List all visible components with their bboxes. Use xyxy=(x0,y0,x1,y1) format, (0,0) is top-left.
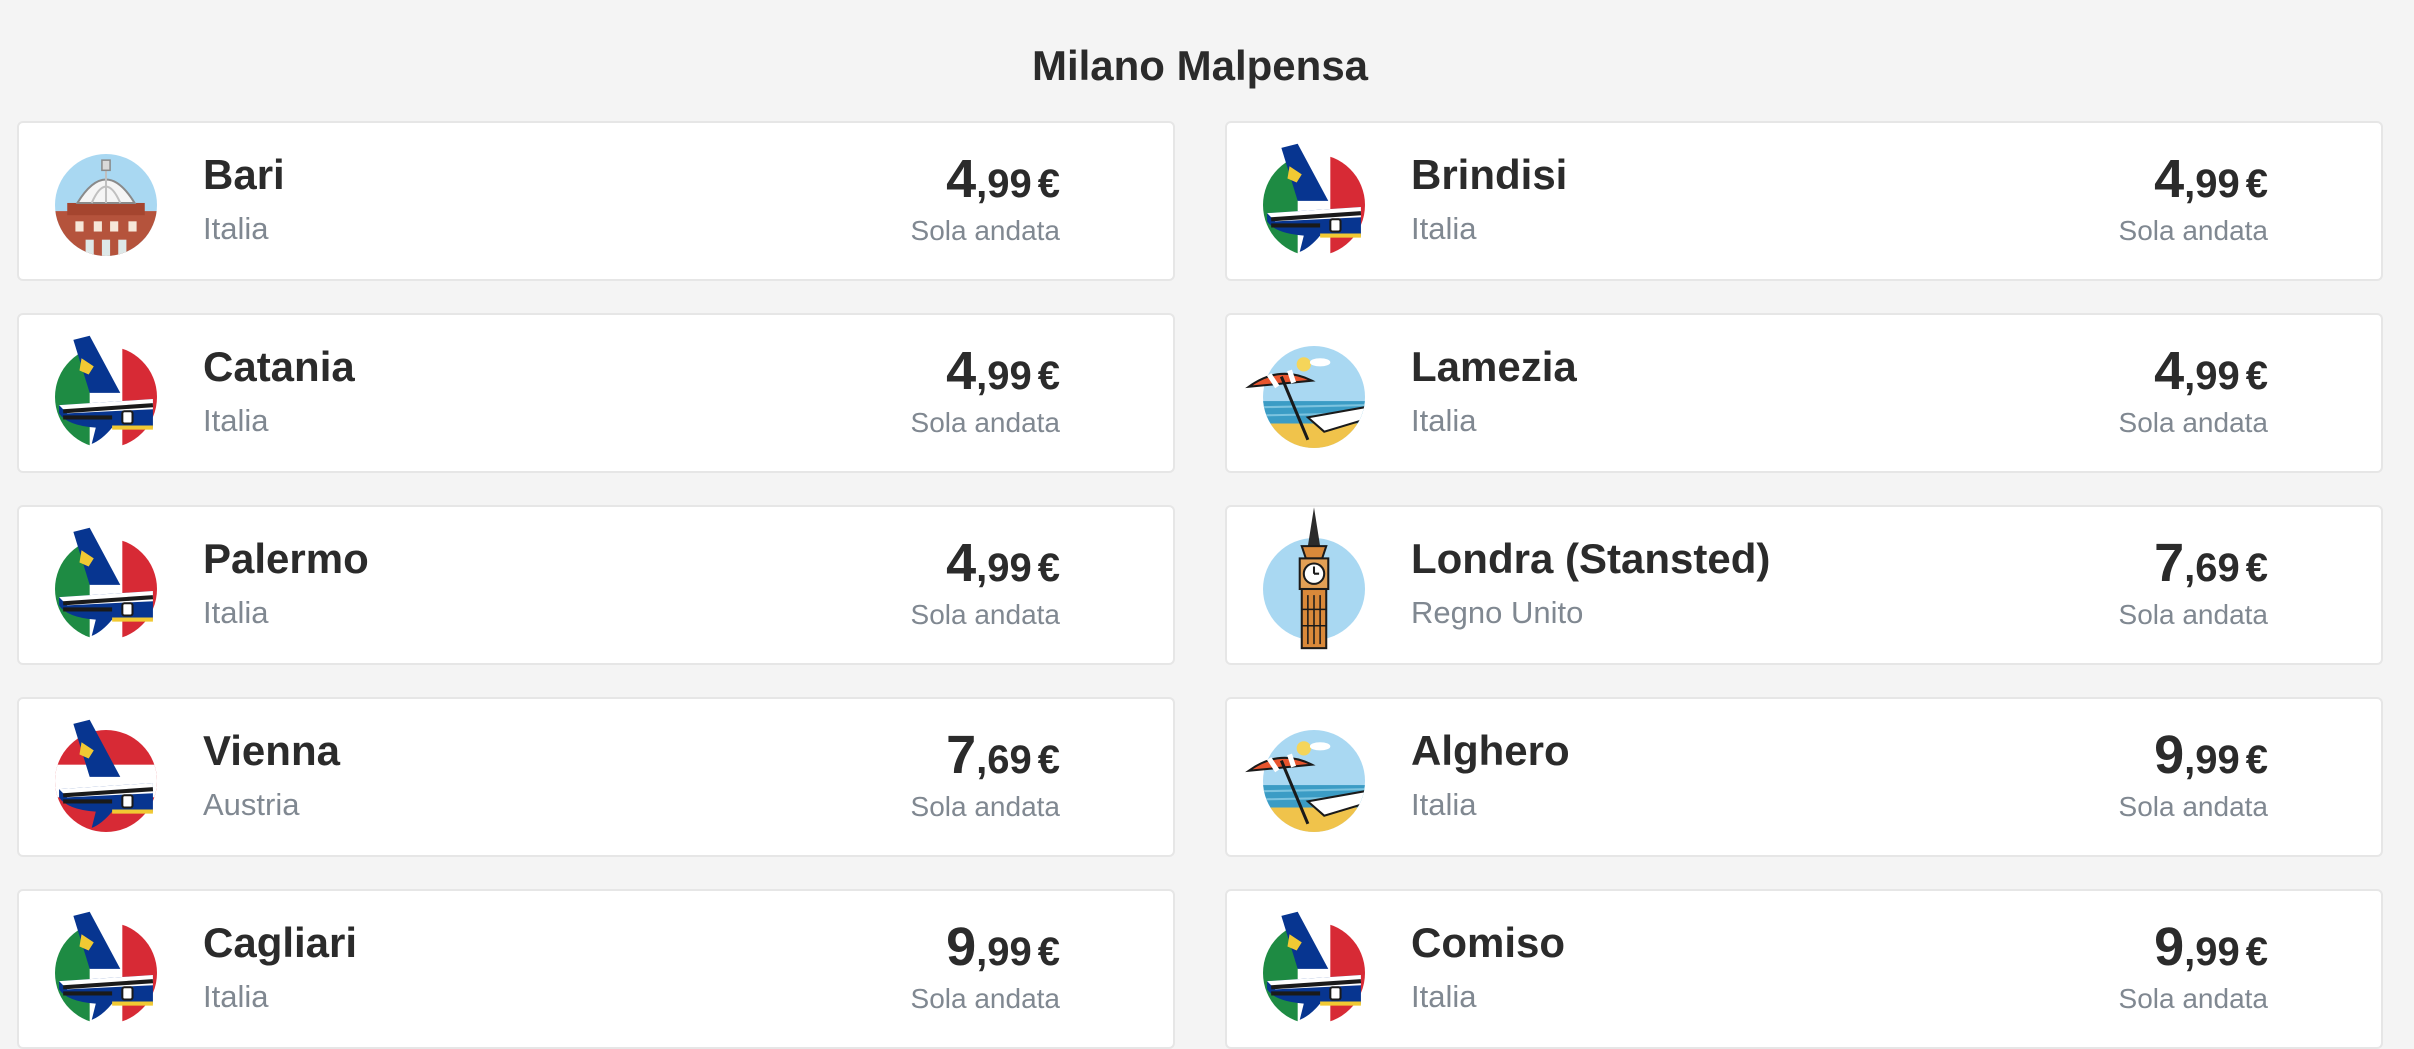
destination-card[interactable]: Londra (Stansted) Regno Unito 7,69 € Sola… xyxy=(1225,505,2383,665)
price-currency: € xyxy=(2245,354,2268,398)
price-decimals: ,99 xyxy=(2184,930,2240,974)
price-integer: 9 xyxy=(946,917,977,977)
price-decimals: ,99 xyxy=(2184,354,2240,398)
country-name: Italia xyxy=(203,979,269,1014)
city-name: Cagliari xyxy=(203,919,358,966)
price-currency: € xyxy=(1037,162,1060,206)
country-name: Italia xyxy=(1411,979,1477,1014)
destination-card[interactable]: Cagliari Italia 9,99 € Sola andata xyxy=(17,889,1175,1049)
price: 4,99 € xyxy=(946,533,1060,607)
price-decimals: ,99 xyxy=(976,354,1032,398)
city-name: Alghero xyxy=(1411,727,1570,774)
city-name: Brindisi xyxy=(1411,151,1568,198)
country-name: Italia xyxy=(1411,211,1477,246)
plane-tail-italy-icon xyxy=(55,527,157,640)
country-name: Austria xyxy=(203,787,300,822)
price: 9,99 € xyxy=(2154,725,2268,799)
trip-type: Sola andata xyxy=(910,215,1060,246)
price-integer: 7 xyxy=(2154,533,2185,593)
price-currency: € xyxy=(1037,354,1060,398)
destination-card[interactable]: Palermo Italia 4,99 € Sola andata xyxy=(17,505,1175,665)
country-name: Italia xyxy=(203,211,269,246)
price-decimals: ,69 xyxy=(2184,546,2240,590)
destination-card[interactable]: Alghero Italia 9,99 € Sola andata xyxy=(1225,697,2383,857)
price-decimals: ,99 xyxy=(2184,162,2240,206)
price: 7,69 € xyxy=(946,725,1060,799)
price-currency: € xyxy=(2245,738,2268,782)
city-name: Lamezia xyxy=(1411,343,1577,390)
trip-type: Sola andata xyxy=(2118,215,2268,246)
big-ben-icon xyxy=(1263,507,1365,650)
city-name: Londra (Stansted) xyxy=(1411,535,1771,582)
price: 4,99 € xyxy=(2154,341,2268,415)
price-decimals: ,99 xyxy=(976,162,1032,206)
trip-type: Sola andata xyxy=(2118,791,2268,822)
city-name: Bari xyxy=(203,151,285,198)
price-integer: 4 xyxy=(946,341,977,401)
destination-card[interactable]: Vienna Austria 7,69 € Sola andata xyxy=(17,697,1175,857)
price-integer: 9 xyxy=(2154,725,2185,785)
trip-type: Sola andata xyxy=(910,599,1060,630)
country-name: Italia xyxy=(203,403,269,438)
price: 9,99 € xyxy=(2154,917,2268,991)
plane-tail-italy-icon xyxy=(1263,143,1365,256)
country-name: Italia xyxy=(203,595,269,630)
plane-tail-italy-icon xyxy=(1263,911,1365,1024)
city-name: Catania xyxy=(203,343,355,390)
destination-card[interactable]: Lamezia Italia 4,99 € Sola andata xyxy=(1225,313,2383,473)
price-integer: 7 xyxy=(946,725,977,785)
destination-card[interactable]: Catania Italia 4,99 € Sola andata xyxy=(17,313,1175,473)
page-title: Milano Malpensa xyxy=(1031,42,1369,89)
price: 4,99 € xyxy=(946,341,1060,415)
price-currency: € xyxy=(2245,162,2268,206)
plane-tail-italy-icon xyxy=(55,335,157,448)
destination-card[interactable]: Comiso Italia 9,99 € Sola andata xyxy=(1225,889,2383,1049)
price-decimals: ,69 xyxy=(976,738,1032,782)
beach-umbrella-icon xyxy=(1245,730,1365,832)
trip-type: Sola andata xyxy=(2118,983,2268,1014)
trip-type: Sola andata xyxy=(2118,599,2268,630)
beach-umbrella-icon xyxy=(1245,346,1365,448)
plane-tail-austria-icon xyxy=(55,719,157,832)
city-name: Comiso xyxy=(1411,919,1566,966)
price: 9,99 € xyxy=(946,917,1060,991)
trip-type: Sola andata xyxy=(910,407,1060,438)
destination-grid: Bari Italia 4,99 € Sola andata Brindisi I… xyxy=(17,121,2383,1049)
country-name: Italia xyxy=(1411,787,1477,822)
price-currency: € xyxy=(1037,546,1060,590)
trip-type: Sola andata xyxy=(2118,407,2268,438)
price-currency: € xyxy=(2245,930,2268,974)
price-decimals: ,99 xyxy=(976,930,1032,974)
trip-type: Sola andata xyxy=(910,791,1060,822)
destination-card[interactable]: Bari Italia 4,99 € Sola andata xyxy=(17,121,1175,281)
price: 4,99 € xyxy=(946,149,1060,223)
price: 4,99 € xyxy=(2154,149,2268,223)
price-integer: 4 xyxy=(2154,341,2185,401)
city-name: Palermo xyxy=(203,535,369,582)
price-integer: 9 xyxy=(2154,917,2185,977)
price: 7,69 € xyxy=(2154,533,2268,607)
price-integer: 4 xyxy=(2154,149,2185,209)
price-currency: € xyxy=(2245,546,2268,590)
plane-tail-italy-icon xyxy=(55,911,157,1024)
city-name: Vienna xyxy=(203,727,340,774)
price-decimals: ,99 xyxy=(976,546,1032,590)
price-currency: € xyxy=(1037,738,1060,782)
cathedral-icon xyxy=(55,154,157,256)
country-name: Italia xyxy=(1411,403,1477,438)
trip-type: Sola andata xyxy=(910,983,1060,1014)
price-currency: € xyxy=(1037,930,1060,974)
price-decimals: ,99 xyxy=(2184,738,2240,782)
destination-card[interactable]: Brindisi Italia 4,99 € Sola andata xyxy=(1225,121,2383,281)
price-integer: 4 xyxy=(946,533,977,593)
country-name: Regno Unito xyxy=(1411,595,1584,630)
price-integer: 4 xyxy=(946,149,977,209)
